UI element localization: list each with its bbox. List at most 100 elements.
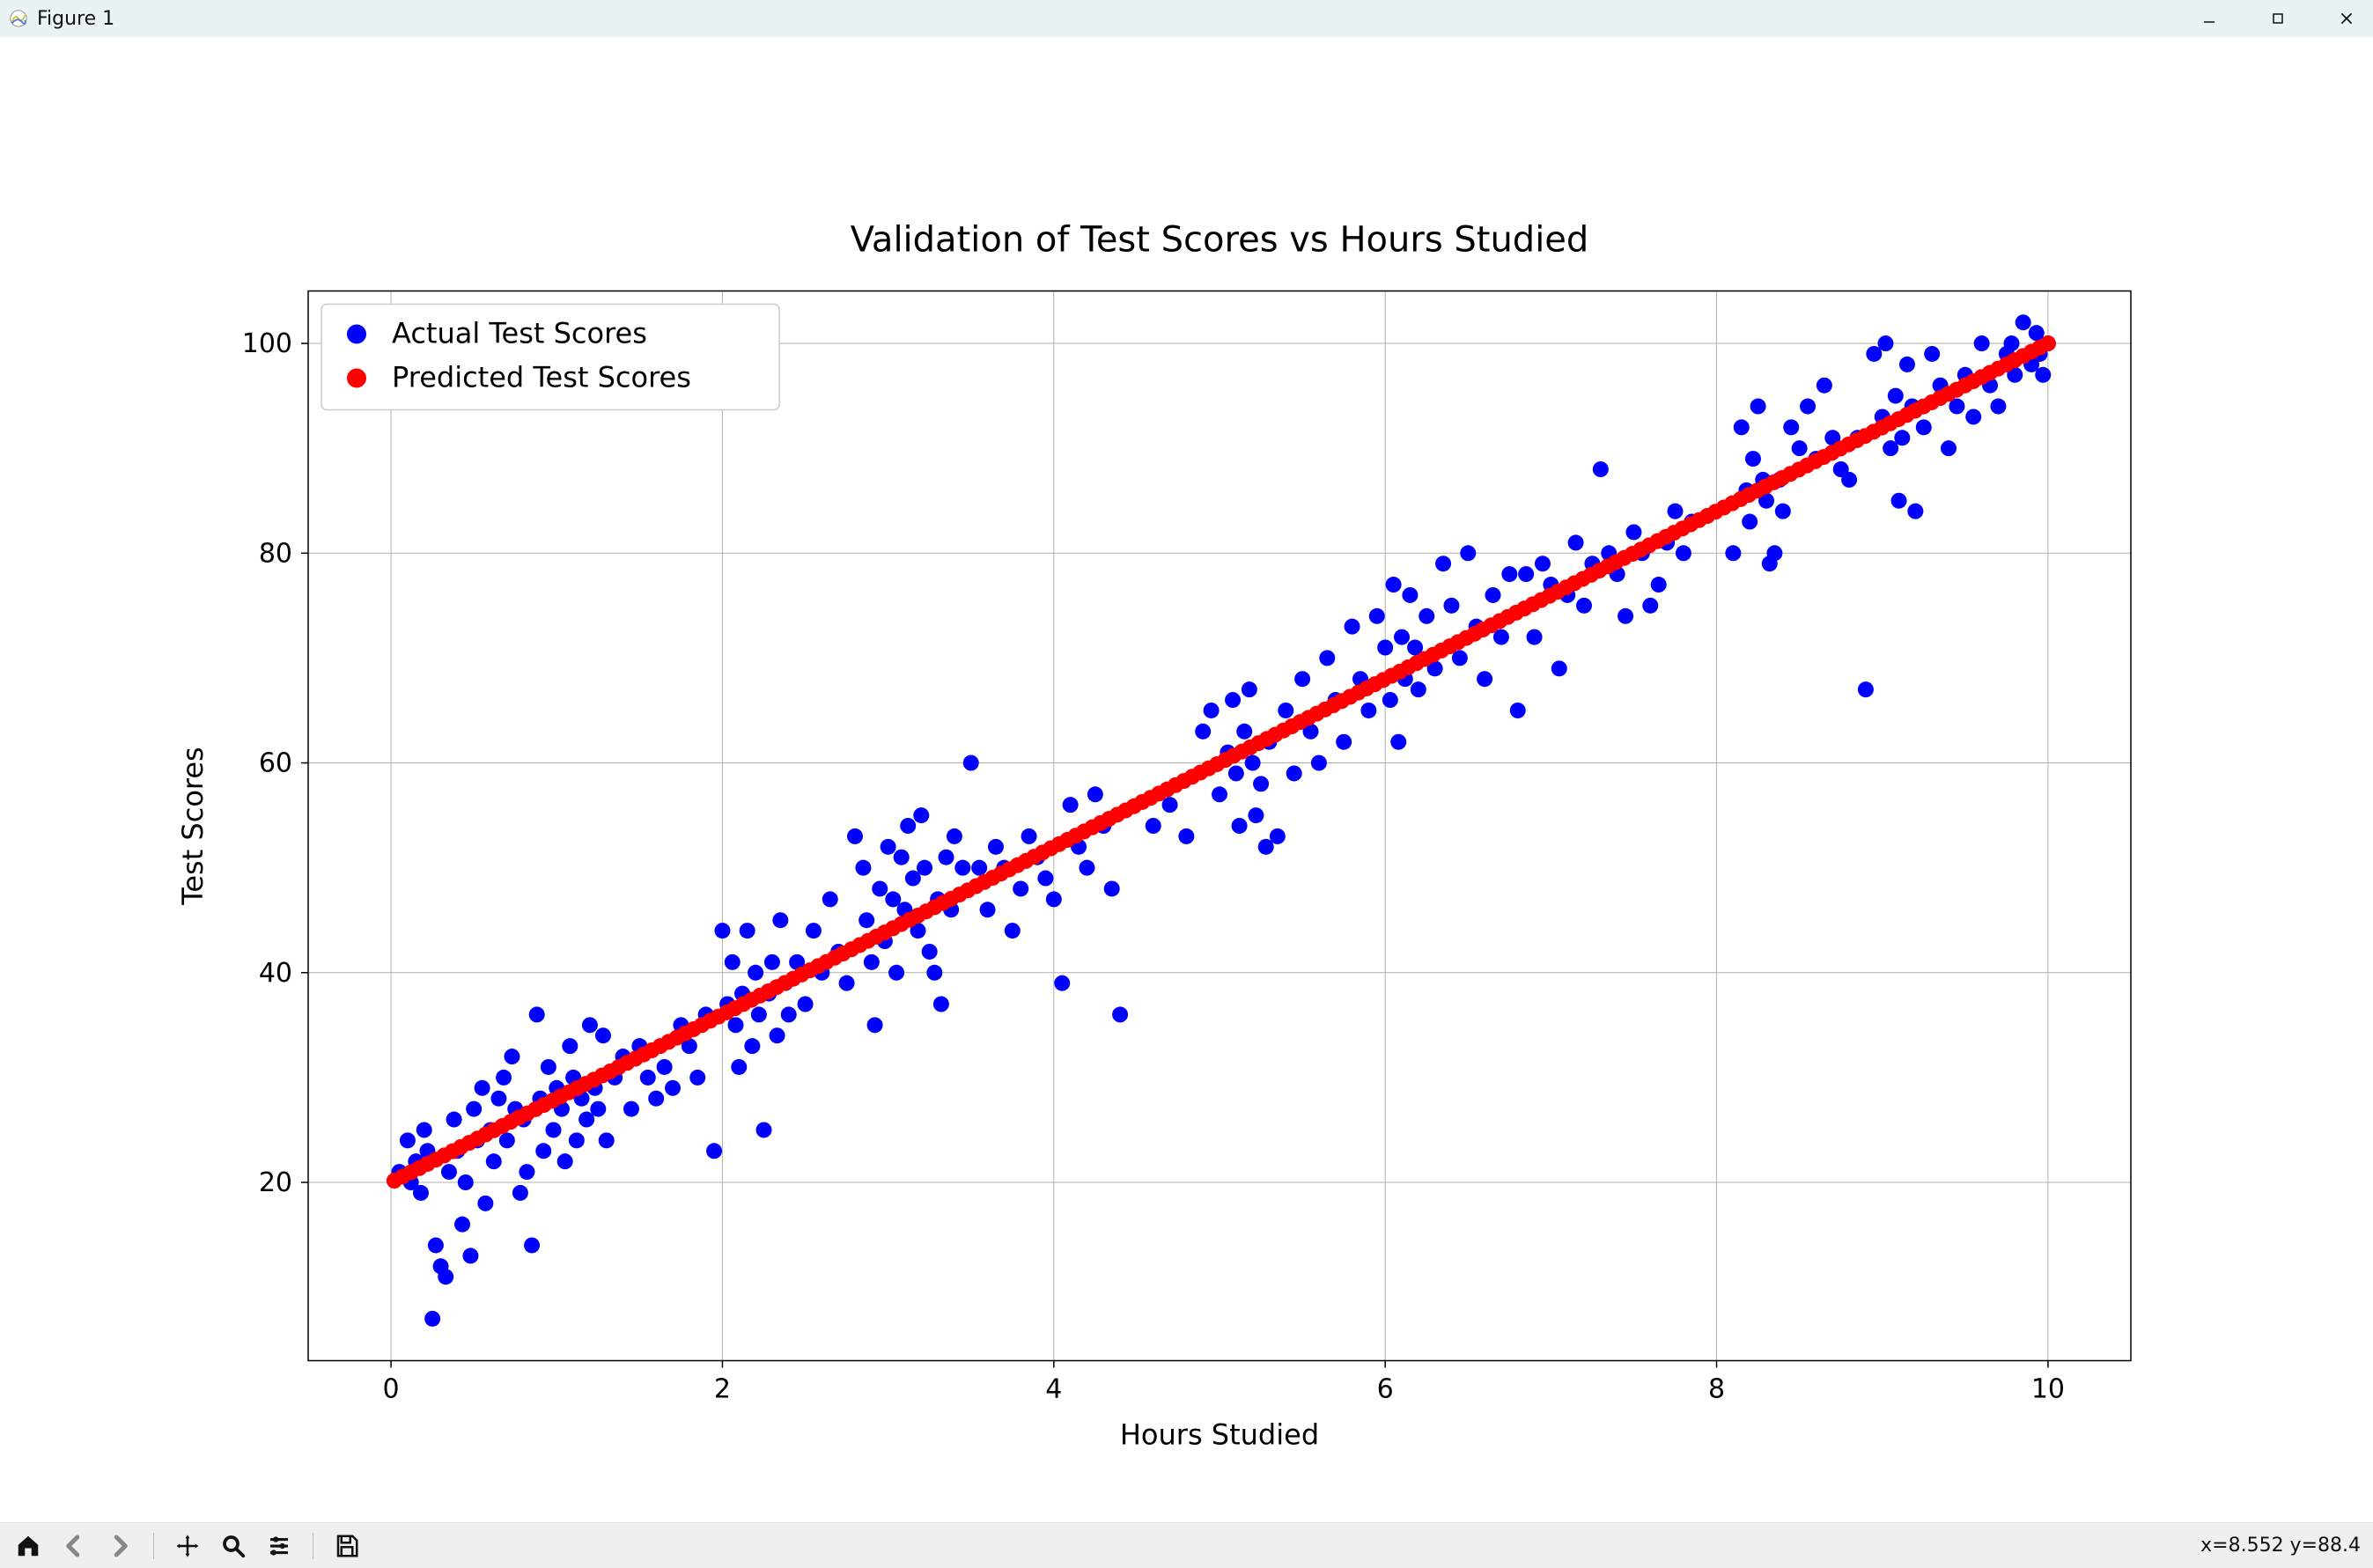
data-point [1899, 357, 1915, 372]
data-point [859, 912, 874, 928]
data-point [557, 1153, 573, 1169]
data-point [1916, 419, 1932, 435]
data-point [1390, 734, 1406, 750]
data-point [1063, 797, 1079, 813]
data-point [400, 1132, 416, 1148]
titlebar: Figure 1 [0, 0, 2373, 37]
x-tick-label: 0 [383, 1374, 400, 1405]
maximize-button[interactable] [2259, 5, 2297, 32]
data-point [1046, 891, 1062, 907]
data-point [1278, 703, 1293, 718]
data-point [2035, 367, 2051, 383]
data-point [1941, 440, 1957, 456]
data-point [1907, 504, 1923, 519]
data-point [1841, 472, 1857, 488]
data-point [1382, 692, 1398, 708]
data-point [1576, 598, 1592, 614]
x-tick-label: 8 [1708, 1374, 1725, 1405]
x-tick-label: 10 [2031, 1374, 2065, 1405]
data-point [1402, 587, 1418, 603]
data-point [477, 1196, 493, 1211]
data-point [1668, 504, 1684, 519]
axes-frame [308, 291, 2131, 1361]
data-point [2016, 314, 2031, 330]
data-point [764, 954, 780, 970]
data-point [872, 880, 888, 896]
data-point [462, 1248, 478, 1263]
close-button[interactable] [2327, 5, 2366, 32]
data-point [756, 1122, 772, 1137]
data-point [1225, 692, 1241, 708]
data-point [499, 1132, 515, 1148]
data-point [963, 755, 979, 771]
data-point [894, 850, 910, 865]
data-point [847, 828, 863, 844]
data-point [1005, 923, 1021, 939]
data-point [1253, 776, 1269, 791]
data-point [504, 1049, 520, 1064]
data-point [1535, 556, 1551, 571]
data-point [748, 965, 763, 981]
data-point [971, 860, 987, 876]
data-point [1891, 493, 1907, 509]
data-point [599, 1132, 615, 1148]
legend-label: Actual Test Scores [392, 317, 647, 350]
y-tick-label: 40 [259, 958, 292, 989]
data-point [1651, 577, 1667, 593]
data-point [1248, 807, 1264, 823]
data-point [772, 912, 788, 928]
data-point [1228, 765, 1244, 781]
data-point [590, 1101, 606, 1117]
data-point [1104, 880, 1120, 896]
data-point [1394, 629, 1410, 645]
data-point [1642, 598, 1658, 614]
data-point [1974, 335, 1990, 351]
save-button[interactable] [331, 1530, 363, 1562]
data-point [1965, 409, 1981, 424]
minimize-button[interactable] [2190, 5, 2229, 32]
data-point [939, 850, 954, 865]
home-button[interactable] [12, 1530, 44, 1562]
data-point [855, 860, 871, 876]
data-point [524, 1237, 540, 1253]
data-point [1386, 577, 1402, 593]
legend-marker [347, 325, 366, 344]
data-point [1783, 419, 1799, 435]
data-point [582, 1017, 598, 1033]
data-point [740, 923, 755, 939]
configure-subplots-button[interactable] [263, 1530, 295, 1562]
data-point [535, 1143, 551, 1159]
data-point [839, 975, 855, 991]
x-axis-label: Hours Studied [1120, 1418, 1319, 1452]
back-button[interactable] [58, 1530, 90, 1562]
y-axis-label: Test Scores [176, 747, 210, 905]
data-point [665, 1080, 681, 1096]
data-point [781, 1006, 797, 1022]
data-point [496, 1070, 512, 1086]
data-point [980, 902, 996, 917]
forward-button[interactable] [104, 1530, 136, 1562]
data-point [1460, 545, 1476, 561]
cursor-coordinates: x=8.552 y=88.4 [2200, 1535, 2361, 1557]
data-point [1112, 1006, 1128, 1022]
data-point [416, 1122, 432, 1137]
data-point [867, 1017, 883, 1033]
chart-title: Validation of Test Scores vs Hours Studi… [851, 220, 1589, 261]
data-point [1518, 566, 1534, 582]
data-point [623, 1101, 639, 1117]
data-point [798, 997, 814, 1012]
data-point [1501, 566, 1517, 582]
y-tick-label: 60 [259, 748, 292, 779]
data-point [926, 965, 942, 981]
toolbar-separator [153, 1533, 154, 1559]
data-point [751, 1006, 767, 1022]
data-point [1766, 545, 1782, 561]
data-point [648, 1091, 664, 1107]
plot-area[interactable]: Validation of Test Scores vs Hours Studi… [0, 37, 2373, 1522]
pan-button[interactable] [172, 1530, 203, 1562]
data-point [1775, 504, 1791, 519]
data-point [1360, 703, 1376, 718]
data-point [1236, 724, 1252, 740]
data-point [1195, 724, 1211, 740]
zoom-button[interactable] [217, 1530, 249, 1562]
